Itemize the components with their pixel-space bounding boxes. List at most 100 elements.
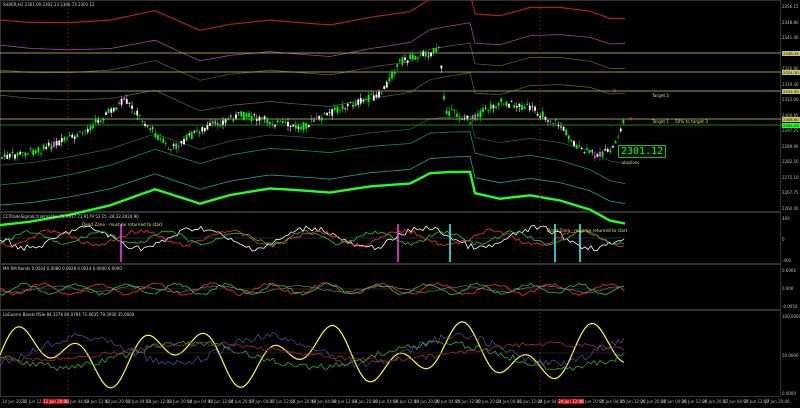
candle-body xyxy=(612,146,614,148)
candle-body xyxy=(123,97,126,100)
price-scale-label: 2267.75 xyxy=(782,190,799,196)
candle-body xyxy=(71,134,74,138)
time-tick-label: 27 Jun 20:00 xyxy=(764,399,790,404)
candle-body xyxy=(534,106,536,111)
candle-body xyxy=(479,110,482,118)
candle-body xyxy=(84,130,87,132)
candle-body xyxy=(518,103,521,108)
candle-body xyxy=(162,138,165,143)
main-price-scale[interactable]: 2356.152348.802341.402334.002326.802319.… xyxy=(781,0,800,212)
price-scale-label: 2319.40 xyxy=(782,81,799,87)
candle-body xyxy=(432,48,435,53)
level-tag-2: 2324.10 xyxy=(782,70,800,75)
candle-body xyxy=(388,77,391,82)
candle-body xyxy=(437,46,440,49)
envelope-band-line xyxy=(0,42,626,81)
candle-body xyxy=(333,107,336,110)
candle-body xyxy=(201,127,204,132)
candle-body xyxy=(50,145,53,150)
candle-body xyxy=(284,121,287,123)
candle-body xyxy=(203,127,206,132)
candle-body xyxy=(154,133,157,138)
candle-body xyxy=(430,52,432,57)
candle-body xyxy=(557,125,560,127)
candle-body xyxy=(258,116,261,121)
candle-body xyxy=(310,119,313,121)
candle-body xyxy=(133,113,136,115)
candle-body xyxy=(276,120,279,123)
candle-body xyxy=(188,133,191,136)
candle-body xyxy=(404,57,406,61)
candle-body xyxy=(422,51,425,57)
candle-body xyxy=(183,139,185,145)
candle-body xyxy=(53,141,55,148)
candle-body xyxy=(164,143,167,145)
envelope-band-line xyxy=(0,131,626,186)
candle-body xyxy=(323,112,326,115)
candle-body xyxy=(245,113,248,118)
price-scale-label: 2289.90 xyxy=(782,143,799,149)
candle-body xyxy=(216,122,219,126)
candle-body xyxy=(508,103,510,108)
candle-body xyxy=(383,86,386,90)
candle-body xyxy=(34,150,37,154)
candle-body xyxy=(547,120,549,122)
candle-body xyxy=(305,123,308,129)
price-scale-label: 2275.10 xyxy=(782,174,799,180)
price-scale-label: 2297.25 xyxy=(782,128,799,134)
candle-body xyxy=(120,99,123,105)
candle-body xyxy=(115,107,118,110)
candle-body xyxy=(528,105,531,111)
chart-window[interactable]: 2356.152348.802341.402334.002326.802319.… xyxy=(0,0,800,408)
envelope-band-line xyxy=(0,116,626,166)
candle-body xyxy=(240,111,243,117)
indicator-1-title: CCITradeSignals trailmaster 71.4917 71.9… xyxy=(3,214,139,219)
candle-body xyxy=(263,116,266,119)
candle-body xyxy=(40,153,42,154)
time-axis[interactable]: 14 Jun 2024 11 Jun 12:00 11 Jun 20:00 12 Ju… xyxy=(0,397,790,408)
candle-body xyxy=(515,106,518,108)
candle-body xyxy=(469,122,471,124)
indicator-3-title: LaGuerre Bands RSIo 84.3376 84.0764 71.0… xyxy=(3,312,135,317)
price-scale-label: 2341.40 xyxy=(782,35,799,41)
ind3-yellow-line xyxy=(0,321,625,389)
ind3-scale-label: 0.0000 xyxy=(782,391,796,396)
candle-body xyxy=(237,112,240,114)
target-1-label: Target 1 xyxy=(652,119,669,124)
level-tag-5: 2305.25 xyxy=(782,123,800,128)
candle-body xyxy=(562,127,565,131)
candle-body xyxy=(172,144,175,147)
candle-body xyxy=(619,128,622,132)
candle-body xyxy=(300,126,302,130)
candle-body xyxy=(242,111,245,120)
candle-body xyxy=(21,152,24,154)
candle-body xyxy=(47,142,50,146)
ind1-scale-label: -400 xyxy=(782,258,792,263)
candle-body xyxy=(500,98,503,103)
candle-body xyxy=(458,117,461,119)
candle-body xyxy=(505,101,508,107)
candle-body xyxy=(372,95,375,101)
candle-body xyxy=(510,101,513,103)
dead-zone-right: Dead Zone - must be returned to start xyxy=(547,228,628,233)
candle-body xyxy=(144,123,146,126)
candle-body xyxy=(190,132,193,140)
candle-body xyxy=(456,113,458,117)
candle-body xyxy=(541,111,544,118)
candle-body xyxy=(292,124,295,127)
candle-body xyxy=(102,118,105,121)
candle-body xyxy=(549,120,552,122)
candle-body xyxy=(214,120,217,125)
candle-body xyxy=(614,141,617,144)
candle-body xyxy=(209,123,211,126)
candle-body xyxy=(315,116,318,118)
candle-body xyxy=(94,119,97,123)
candle-body xyxy=(354,102,357,106)
candle-body xyxy=(14,154,16,159)
candle-body xyxy=(398,59,401,62)
candle-body xyxy=(521,105,523,110)
candle-body xyxy=(177,146,180,147)
candle-body xyxy=(63,137,66,141)
candle-body xyxy=(45,146,48,150)
candle-body xyxy=(526,103,529,105)
